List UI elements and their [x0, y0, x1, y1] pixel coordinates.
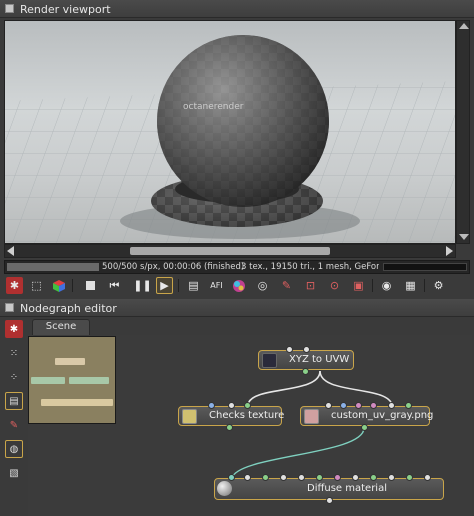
play-icon[interactable]: ▶	[156, 277, 173, 294]
diffuse-pin-1[interactable]	[228, 474, 235, 481]
focus-picker-icon[interactable]: ⊙	[326, 277, 343, 294]
layout-icon[interactable]: ▤	[5, 392, 23, 410]
logo-text: octanerender	[183, 102, 244, 112]
gpu-usage-bar	[383, 263, 467, 271]
recenter-icon[interactable]: ✱	[6, 277, 23, 294]
custom-pin-5[interactable]	[388, 402, 395, 409]
render-region-icon[interactable]: ▣	[350, 277, 367, 294]
viewport-vertical-scrollbar[interactable]	[456, 20, 470, 244]
nodegraph-tabs: Scene	[28, 318, 472, 335]
scroll-down-icon[interactable]	[459, 234, 469, 240]
render-viewport-title: Render viewport	[20, 3, 111, 16]
node-checks-texture[interactable]: Checks texture	[178, 406, 284, 426]
material-sphere-icon	[217, 481, 232, 496]
checks-node-icon	[182, 409, 197, 424]
render-viewport-header: Render viewport	[0, 0, 474, 18]
checks-pin-1[interactable]	[208, 402, 215, 409]
afi-icon[interactable]: AFI	[208, 277, 225, 294]
grid-snap-icon[interactable]: ⁙	[5, 344, 23, 362]
rgb-sphere-icon[interactable]	[230, 277, 247, 294]
xyz-input-pin[interactable]	[286, 346, 293, 353]
camera-icon[interactable]: ◎	[254, 277, 271, 294]
checks-pin-2[interactable]	[228, 402, 235, 409]
settings-icon[interactable]: ⚙	[430, 277, 447, 294]
lock-icon[interactable]: ▦	[402, 277, 419, 294]
custom-pin-6[interactable]	[405, 402, 412, 409]
color-cube-icon[interactable]	[50, 277, 67, 294]
diffuse-pin-6[interactable]	[316, 474, 323, 481]
xyz-node-icon	[262, 353, 277, 368]
render-stats-text: 500/500 s/px, 00:00:06 (finished)	[102, 262, 245, 272]
texture-icon[interactable]: ▧	[5, 464, 23, 482]
arrange-icon[interactable]: ⁘	[5, 368, 23, 386]
screenshot-icon[interactable]: ▤	[185, 277, 202, 294]
diffuse-pin-9[interactable]	[370, 474, 377, 481]
checks-output-pin[interactable]	[226, 424, 233, 431]
diffuse-pin-3[interactable]	[262, 474, 269, 481]
material-icon[interactable]: ◍	[5, 440, 23, 458]
tab-scene[interactable]: Scene	[32, 319, 90, 335]
diffuse-pin-12[interactable]	[424, 474, 431, 481]
diffuse-pin-11[interactable]	[406, 474, 413, 481]
nodegraph-minimap[interactable]	[28, 336, 116, 424]
stop-icon[interactable]	[82, 277, 99, 294]
render-progress-fill	[7, 263, 99, 271]
pause-icon[interactable]: ❚❚	[133, 277, 151, 294]
node-xyz-to-uvw[interactable]: XYZ to UVW	[258, 350, 354, 370]
render-progress-bar	[7, 263, 99, 271]
custom-output-pin[interactable]	[361, 424, 368, 431]
diffuse-pin-4[interactable]	[280, 474, 287, 481]
image-node-icon	[304, 409, 319, 424]
nodegraph-side-toolbar: ✱ ⁙ ⁘ ▤ ✎ ◍ ▧	[2, 318, 26, 516]
render-toolbar: ✱ ⬚ ⏮ ❚❚ ▶ ▤ AFI ◎ ✎ ⊡ ⊙ ▣ ◉ ▦ ⚙	[0, 275, 474, 297]
diffuse-pin-5[interactable]	[298, 474, 305, 481]
node-picker-icon[interactable]: ✎	[5, 416, 23, 434]
rewind-icon[interactable]: ⏮	[106, 277, 123, 294]
custom-pin-4[interactable]	[370, 402, 377, 409]
checks-pin-3[interactable]	[244, 402, 251, 409]
custom-pin-3[interactable]	[355, 402, 362, 409]
diffuse-pin-10[interactable]	[388, 474, 395, 481]
scroll-up-icon[interactable]	[459, 23, 469, 29]
render-status-bar: 500/500 s/px, 00:00:06 (finished) 3 tex.…	[4, 260, 470, 274]
nodegraph-title: Nodegraph editor	[20, 302, 117, 315]
render-viewport[interactable]: octanerender	[4, 20, 456, 244]
world-icon[interactable]: ◉	[378, 277, 395, 294]
viewport-horizontal-scrollbar[interactable]	[4, 244, 456, 258]
custom-pin-2[interactable]	[340, 402, 347, 409]
picker-icon[interactable]: ✎	[278, 277, 295, 294]
render-image: octanerender	[5, 35, 455, 243]
material-picker-icon[interactable]: ⊡	[302, 277, 319, 294]
xyz-input-pin-2[interactable]	[303, 346, 310, 353]
node-custom-uv-gray[interactable]: custom_uv_gray.png	[300, 406, 433, 426]
panel-grip-icon[interactable]	[5, 4, 14, 13]
diffuse-pin-7[interactable]	[334, 474, 341, 481]
scroll-right-icon[interactable]	[446, 246, 453, 256]
scene-info-text: 3 tex., 19150 tri., 1 mesh, GeForce ...	[241, 262, 379, 272]
recenter-graph-icon[interactable]: ✱	[5, 320, 23, 338]
scroll-thumb[interactable]	[130, 247, 330, 255]
diffuse-output-pin[interactable]	[326, 497, 333, 504]
xyz-output-pin[interactable]	[302, 368, 309, 375]
panel-grip-icon[interactable]	[5, 303, 14, 312]
diffuse-pin-8[interactable]	[352, 474, 359, 481]
scroll-left-icon[interactable]	[7, 246, 14, 256]
nodegraph-header: Nodegraph editor	[0, 299, 474, 317]
diffuse-pin-2[interactable]	[244, 474, 251, 481]
custom-pin-1[interactable]	[325, 402, 332, 409]
zoom-region-icon[interactable]: ⬚	[28, 277, 45, 294]
